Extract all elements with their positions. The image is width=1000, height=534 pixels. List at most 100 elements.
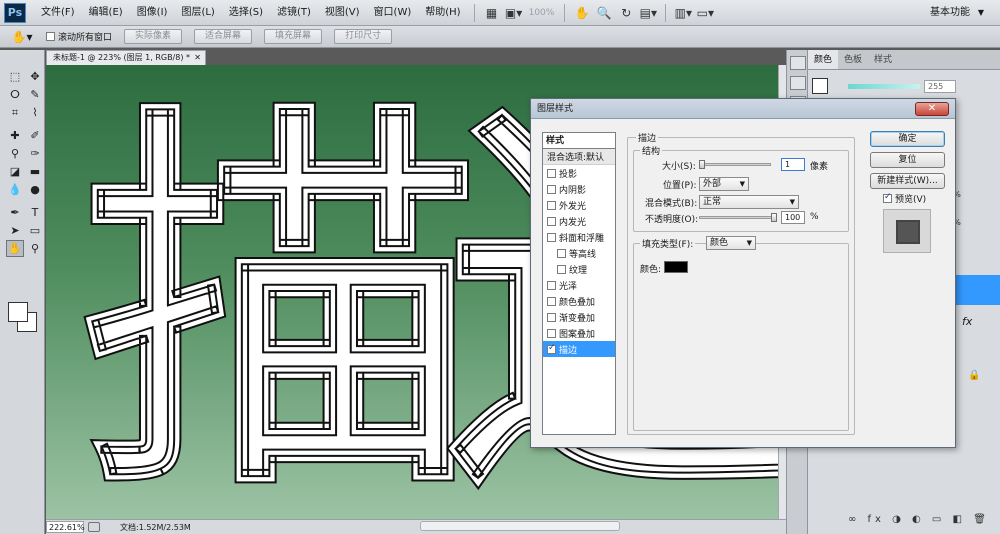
style-checkbox[interactable] xyxy=(547,343,556,354)
panel-color-swatch[interactable] xyxy=(812,78,828,94)
dodge-tool-icon[interactable]: ● xyxy=(26,181,44,198)
healing-brush-tool-icon[interactable]: ✚ xyxy=(6,127,24,144)
gradient-tool-icon[interactable]: ▬ xyxy=(26,163,44,180)
menu-item[interactable]: 窗口(W) xyxy=(367,0,419,26)
zoom-icon[interactable]: 🔍 xyxy=(593,4,615,22)
style-list-item[interactable]: 投影 xyxy=(543,165,615,181)
menu-item[interactable]: 图层(L) xyxy=(174,0,221,26)
size-slider[interactable] xyxy=(699,163,771,166)
style-list-header[interactable]: 样式 xyxy=(543,133,615,149)
menu-item[interactable]: 视图(V) xyxy=(318,0,367,26)
style-list-item[interactable]: 描边 xyxy=(543,341,615,357)
new-style-button[interactable]: 新建样式(W)... xyxy=(870,173,945,189)
style-list-item[interactable]: 光泽 xyxy=(543,277,615,293)
print-size-button[interactable]: 打印尺寸 xyxy=(334,29,393,44)
style-checkbox[interactable] xyxy=(547,216,556,226)
status-zoom-field[interactable]: 222.61% xyxy=(46,521,85,533)
style-list-item[interactable]: 斜面和浮雕 xyxy=(543,229,615,245)
status-menu-icon[interactable] xyxy=(88,522,100,532)
hand-tool-preset-icon[interactable]: ✋▾ xyxy=(4,28,40,46)
tab-swatches[interactable]: 色板 xyxy=(838,50,868,69)
tab-color[interactable]: 颜色 xyxy=(808,50,839,69)
marquee-tool-icon[interactable]: ⬚ xyxy=(6,68,24,85)
opacity-input[interactable]: 100 xyxy=(781,211,805,224)
style-list-item[interactable]: 混合选项:默认 xyxy=(543,149,615,165)
workspace-switcher[interactable]: 基本功能 xyxy=(930,0,970,26)
checkbox-box[interactable] xyxy=(46,32,55,41)
history-panel-icon[interactable] xyxy=(790,56,806,70)
screen-mode-icon[interactable]: ▭▾ xyxy=(694,4,716,22)
scroll-all-windows-checkbox[interactable]: 滚动所有窗口 xyxy=(46,30,112,43)
menu-item[interactable]: 图像(I) xyxy=(130,0,175,26)
style-list-item[interactable]: 内发光 xyxy=(543,213,615,229)
history-brush-tool-icon[interactable]: ✑ xyxy=(26,145,44,162)
style-list-item[interactable]: 颜色叠加 xyxy=(543,293,615,309)
ok-button[interactable]: 确定 xyxy=(870,131,945,147)
style-checkbox[interactable] xyxy=(547,184,556,194)
menu-item[interactable]: 帮助(H) xyxy=(418,0,467,26)
style-checkbox[interactable] xyxy=(547,200,556,210)
close-icon[interactable]: ✕ xyxy=(194,51,201,65)
menu-item[interactable]: 滤镜(T) xyxy=(270,0,318,26)
foreground-color-swatch[interactable] xyxy=(8,302,28,322)
clone-stamp-tool-icon[interactable]: ⚲ xyxy=(6,145,24,162)
brush-tool-icon[interactable]: ✐ xyxy=(26,127,44,144)
style-checkbox[interactable] xyxy=(557,264,566,274)
layers-footer-icons[interactable]: ∞ fx ◑ ◐ ▭ ◧ 🗑 xyxy=(848,514,990,525)
rotate-view-icon[interactable]: ↻ xyxy=(615,4,637,22)
move-tool-icon[interactable]: ✥ xyxy=(26,68,44,85)
checkbox-box[interactable] xyxy=(883,192,892,203)
chevron-down-icon[interactable]: ▼ xyxy=(978,0,984,26)
actual-pixels-button[interactable]: 实际像素 xyxy=(124,29,183,44)
style-checkbox[interactable] xyxy=(547,296,556,306)
style-checkbox[interactable] xyxy=(547,312,556,322)
style-list-item[interactable]: 纹理 xyxy=(543,261,615,277)
position-dropdown[interactable]: 外部 ▼ xyxy=(699,177,749,191)
eyedropper-tool-icon[interactable]: ⌇ xyxy=(26,104,44,121)
menu-item[interactable]: 选择(S) xyxy=(222,0,270,26)
style-list-item[interactable]: 等高线 xyxy=(543,245,615,261)
reset-button[interactable]: 复位 xyxy=(870,152,945,168)
style-checkbox[interactable] xyxy=(547,280,556,290)
fit-screen-button[interactable]: 适合屏幕 xyxy=(194,29,253,44)
style-list-item[interactable]: 渐变叠加 xyxy=(543,309,615,325)
style-checkbox[interactable] xyxy=(547,328,556,338)
bridge-icon[interactable]: ▦ xyxy=(481,4,503,22)
eraser-tool-icon[interactable]: ◪ xyxy=(6,163,24,180)
pen-tool-icon[interactable]: ✒ xyxy=(6,204,24,221)
style-checkbox[interactable] xyxy=(547,168,556,178)
close-icon[interactable]: ✕ xyxy=(915,102,949,116)
zoom-tool-icon[interactable]: ⚲ xyxy=(26,240,44,257)
grid-icon[interactable]: ▤▾ xyxy=(637,4,659,22)
fill-screen-button[interactable]: 填充屏幕 xyxy=(264,29,323,44)
shape-tool-icon[interactable]: ▭ xyxy=(26,222,44,239)
stroke-color-swatch[interactable] xyxy=(664,261,688,273)
style-list-item[interactable]: 外发光 xyxy=(543,197,615,213)
style-list-item[interactable]: 图案叠加 xyxy=(543,325,615,341)
crop-tool-icon[interactable]: ⌗ xyxy=(6,104,24,121)
menu-item[interactable]: 编辑(E) xyxy=(82,0,130,26)
blend-mode-dropdown[interactable]: 正常 ▼ xyxy=(699,195,799,209)
size-input[interactable]: 1 xyxy=(781,158,805,171)
color-slider[interactable] xyxy=(848,84,920,89)
view-extras-icon[interactable]: ▣▾ xyxy=(503,4,525,22)
blur-tool-icon[interactable]: 💧 xyxy=(6,181,24,198)
color-value-field[interactable]: 255 xyxy=(924,80,956,93)
path-select-tool-icon[interactable]: ➤ xyxy=(6,222,24,239)
style-list-item[interactable]: 内阴影 xyxy=(543,181,615,197)
hand-icon[interactable]: ✋ xyxy=(571,4,593,22)
tab-styles[interactable]: 样式 xyxy=(868,50,898,69)
type-tool-icon[interactable]: T xyxy=(26,204,44,221)
arrange-documents-icon[interactable]: ▥▾ xyxy=(672,4,694,22)
preview-checkbox[interactable]: 预览(V) xyxy=(883,192,926,205)
lasso-tool-icon[interactable]: ⵔ xyxy=(6,86,24,103)
quick-select-tool-icon[interactable]: ✎ xyxy=(26,86,44,103)
adjustments-panel-icon[interactable] xyxy=(790,76,806,90)
style-checkbox[interactable] xyxy=(547,232,556,242)
hand-tool-icon[interactable]: ✋ xyxy=(6,240,24,257)
style-checkbox[interactable] xyxy=(557,248,566,258)
opacity-slider[interactable] xyxy=(699,216,775,219)
fill-type-dropdown[interactable]: 颜色 ▼ xyxy=(706,236,756,250)
size-slider-thumb[interactable] xyxy=(699,160,705,169)
opacity-slider-thumb[interactable] xyxy=(771,213,777,222)
